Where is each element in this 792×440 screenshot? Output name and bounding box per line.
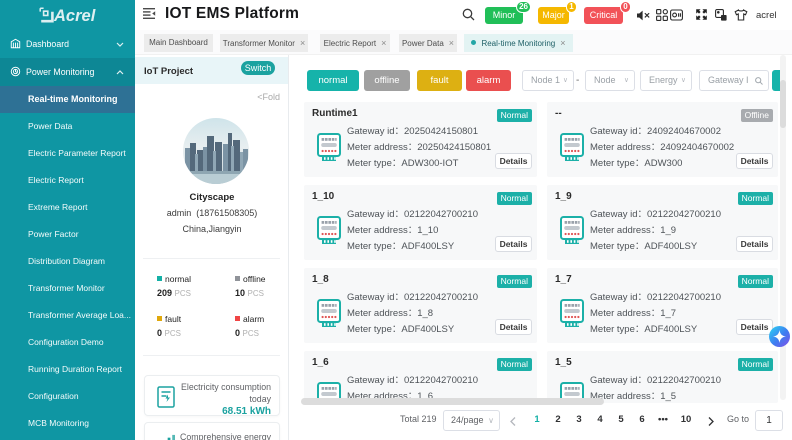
svg-text:Acrel: Acrel xyxy=(53,7,96,24)
